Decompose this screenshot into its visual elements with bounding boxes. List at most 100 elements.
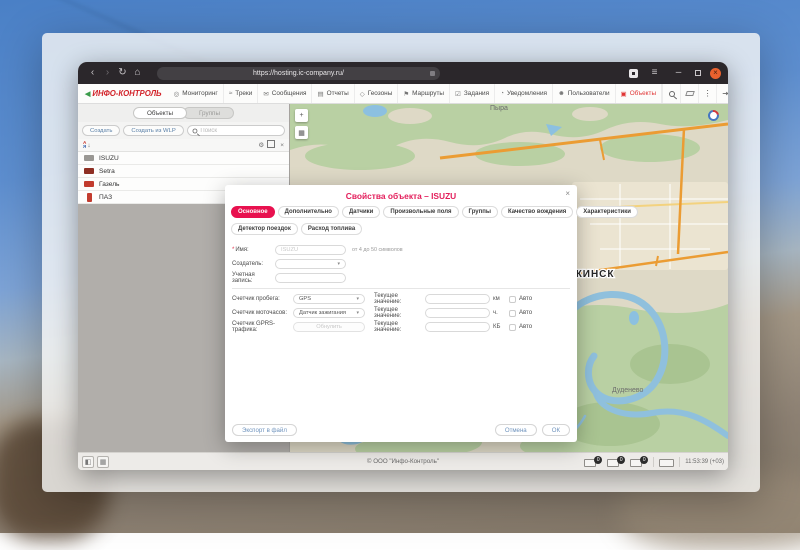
tab-driving-quality[interactable]: Качество вождения	[501, 206, 573, 218]
nav-label: Отчеты	[327, 90, 349, 97]
gprs-value-input[interactable]	[425, 322, 490, 332]
home-icon[interactable]: ⌂	[130, 62, 145, 84]
nav-label: Задания	[464, 90, 489, 97]
nav-item-reports[interactable]: ▤ Отчеты	[312, 84, 354, 103]
nav-search-button[interactable]	[662, 84, 680, 103]
tab-fuel-consumption[interactable]: Расход топлива	[301, 223, 362, 235]
gprs-reset-button[interactable]: Обнулить	[293, 322, 365, 332]
copyright-text: © ООО "Инфо-Контроль"	[367, 458, 439, 465]
mileage-value-input[interactable]	[425, 294, 490, 304]
nav-item-tracks[interactable]: ≈Треки	[224, 84, 259, 103]
copy-icon[interactable]	[269, 142, 275, 148]
clear-icon[interactable]: ×	[280, 142, 284, 149]
app-navbar: ◀ ИНФО-КОНТРОЛЬ ◎Мониторинг ≈Треки ✉Сооб…	[78, 84, 728, 104]
tab-groups[interactable]: Группы	[183, 107, 234, 119]
vehicle-row-isuzu[interactable]: ISUZU	[78, 152, 289, 165]
close-button[interactable]: ×	[710, 68, 721, 79]
tab-additional[interactable]: Дополнительно	[278, 206, 339, 218]
creator-select[interactable]: ▾	[275, 259, 346, 269]
keyboard-icon[interactable]	[659, 459, 674, 467]
tab-characteristics[interactable]: Характеристики	[576, 206, 638, 218]
chevron-down-icon: ▾	[356, 310, 359, 316]
status-monitor-indicator[interactable]: 0	[584, 456, 602, 467]
refresh-icon[interactable]: ↻	[115, 62, 130, 84]
panel-toggle-icon[interactable]: ◧	[82, 456, 94, 468]
maximize-button[interactable]	[695, 70, 701, 76]
mileage-counter-select[interactable]: GPS▾	[293, 294, 365, 304]
tasks-icon: ☑	[455, 90, 461, 98]
nav-kebab-button[interactable]: ⋮	[698, 84, 716, 103]
mileage-auto-checkbox[interactable]	[509, 296, 516, 303]
map-lake	[363, 105, 387, 117]
tab-groups[interactable]: Группы	[462, 206, 498, 218]
gprs-auto-checkbox[interactable]	[509, 324, 516, 331]
nav-item-monitoring[interactable]: ◎Мониторинг	[169, 84, 224, 103]
url-bar[interactable]: https://hosting.ic-company.ru/	[157, 67, 440, 80]
nav-item-geozones[interactable]: ◇Геозоны	[355, 84, 399, 103]
account-input[interactable]	[275, 273, 346, 283]
tab-main[interactable]: Основное	[231, 206, 275, 218]
sidebar-search[interactable]	[187, 125, 285, 136]
browser-menu-icon[interactable]: ≡	[647, 62, 662, 84]
tracks-icon: ≈	[229, 90, 233, 97]
name-hint: от 4 до 50 символов	[352, 247, 403, 253]
name-value: ISUZU	[281, 247, 298, 253]
app-logo[interactable]: ◀ ИНФО-КОНТРОЛЬ	[78, 84, 169, 103]
nav-measure-button[interactable]	[680, 84, 698, 103]
engine-hours-select[interactable]: Датчик зажигания▾	[293, 308, 365, 318]
engine-hours-auto-checkbox[interactable]	[509, 310, 516, 317]
nav-label: Мониторинг	[182, 90, 217, 97]
name-label-text: Имя:	[235, 247, 248, 253]
modal-close-icon[interactable]: ×	[565, 190, 570, 198]
create-from-wlp-button[interactable]: Создать из WLP	[123, 125, 183, 136]
cancel-button[interactable]: Отмена	[495, 424, 537, 436]
create-button[interactable]: Создать	[82, 125, 120, 136]
nav-label: Пользователи	[568, 90, 610, 97]
site-info-icon[interactable]	[430, 71, 435, 76]
export-to-file-button[interactable]: Экспорт в файл	[232, 424, 297, 436]
map-layers-button[interactable]: ▦	[295, 126, 308, 139]
map-label-village: Дуденево	[612, 387, 644, 394]
wrench-icon[interactable]: ⚙	[258, 141, 264, 149]
clock-text: 11:53:39 (+03)	[685, 459, 724, 465]
tab-trip-detector[interactable]: Детектор поездок	[231, 223, 298, 235]
status-signal-indicator[interactable]: 0	[607, 456, 625, 467]
tab-custom-fields[interactable]: Произвольные поля	[383, 206, 458, 218]
chevron-down-icon: ▾	[356, 296, 359, 302]
tab-objects[interactable]: Объекты	[133, 107, 187, 119]
nav-item-notifications[interactable]: ◔Уведомления	[495, 84, 553, 103]
nav-item-users[interactable]: ☻Пользователи	[553, 84, 616, 103]
reports-icon: ▤	[317, 90, 323, 98]
logout-button[interactable]: ⇥	[716, 84, 728, 103]
tab-sensors[interactable]: Датчики	[342, 206, 380, 218]
browser-titlebar: ‹ › ↻ ⌂ https://hosting.ic-company.ru/ ≡…	[78, 62, 728, 84]
users-icon: ☻	[558, 90, 565, 97]
chevron-down-icon: ▾	[337, 261, 340, 267]
sort-arrow-icon: ↓	[87, 142, 90, 149]
status-message-indicator[interactable]: 0	[630, 456, 648, 467]
required-mark: *	[232, 247, 234, 253]
messages-icon: ✉	[263, 90, 268, 98]
nav-label: Уведомления	[507, 90, 547, 97]
nav-item-messages[interactable]: ✉Сообщения	[258, 84, 312, 103]
search-input[interactable]	[200, 128, 280, 134]
forward-icon[interactable]: ›	[100, 62, 115, 84]
nav-label: Маршруты	[412, 90, 444, 97]
mileage-unit: км	[493, 296, 504, 302]
extension-icon[interactable]	[629, 69, 638, 78]
creator-label: Создатель:	[232, 261, 275, 267]
vehicle-name: Газель	[99, 181, 119, 188]
vehicle-row-setra[interactable]: Setra	[78, 165, 289, 178]
nav-item-routes[interactable]: ⚑Маршруты	[398, 84, 450, 103]
engine-hours-value-input[interactable]	[425, 308, 490, 318]
map-fullscreen-button[interactable]: +	[295, 109, 308, 122]
nav-item-tasks[interactable]: ☑Задания	[450, 84, 495, 103]
minimize-button[interactable]: –	[671, 62, 686, 84]
name-input[interactable]: ISUZU	[275, 245, 346, 255]
back-icon[interactable]: ‹	[85, 62, 100, 84]
sort-icon[interactable]: АЯ ↓	[83, 141, 91, 150]
app-content: Объекты Группы Создать Создать из WLP АЯ…	[78, 104, 728, 452]
grid-view-icon[interactable]: ▦	[97, 456, 109, 468]
nav-item-objects[interactable]: ▣Объекты	[616, 84, 663, 103]
ok-button[interactable]: ОК	[542, 424, 570, 436]
